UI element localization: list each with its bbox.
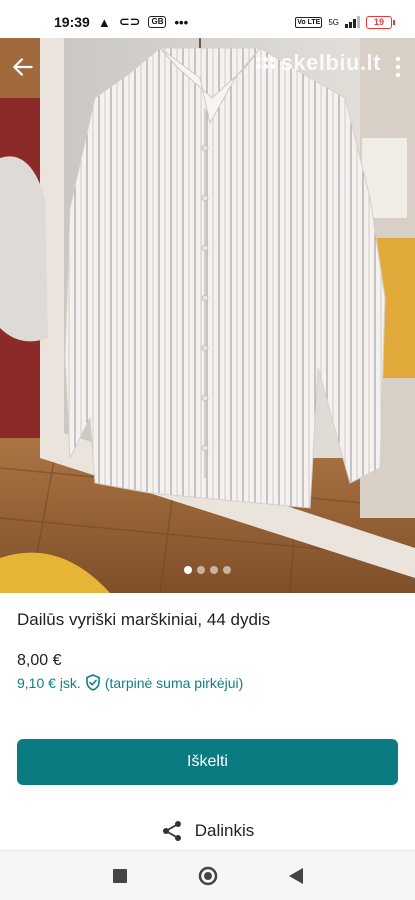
back-arrow-icon[interactable] [10,54,36,80]
more-vert-icon[interactable] [395,56,401,78]
carousel-dot[interactable] [184,566,192,574]
signal-icon [345,16,360,28]
carousel-dot[interactable] [223,566,231,574]
back-button[interactable] [286,866,306,886]
overflow-indicator: ••• [174,14,189,30]
link-icon: ⊂⊃ [118,14,141,29]
share-button[interactable]: Dalinkis [0,820,415,842]
buyer-price: 9,10 € įsk. [17,674,81,691]
volte-icon: Vo LTE [295,16,323,28]
shirt-photo-illustration [0,38,415,593]
logo-dots-icon [255,57,275,69]
status-time: 19:39 [54,14,90,30]
storage-badge: GB [148,16,167,28]
battery-icon: 19 [366,15,395,29]
listing-photo[interactable]: skelbiu.lt [0,38,415,593]
battery-level: 19 [366,15,392,29]
promote-button[interactable]: Iškelti [17,739,398,785]
logo-text: skelbiu.lt [280,50,381,75]
triangle-back-icon [288,867,303,884]
share-label: Dalinkis [194,821,255,840]
site-logo: skelbiu.lt [255,50,381,76]
share-icon [162,821,181,841]
warning-icon: ▲ [97,14,111,30]
carousel-dot[interactable] [210,566,218,574]
listing-price: 8,00 € [17,652,62,669]
listing-title: Dailūs vyriški marškiniai, 44 dydis [17,610,271,629]
carousel-indicator [0,566,415,574]
shield-check-icon [86,674,100,691]
system-nav-bar [0,850,415,900]
network-label: 5G [328,17,339,27]
square-icon [112,868,127,883]
home-button[interactable] [198,866,218,886]
recent-apps-button[interactable] [110,866,130,886]
carousel-dot[interactable] [197,566,205,574]
buyer-price-info[interactable]: 9,10 € įsk. (tarpinė suma pirkėjui) [17,674,243,691]
circle-icon [198,866,217,885]
buyer-price-note: (tarpinė suma pirkėjui) [104,674,244,691]
